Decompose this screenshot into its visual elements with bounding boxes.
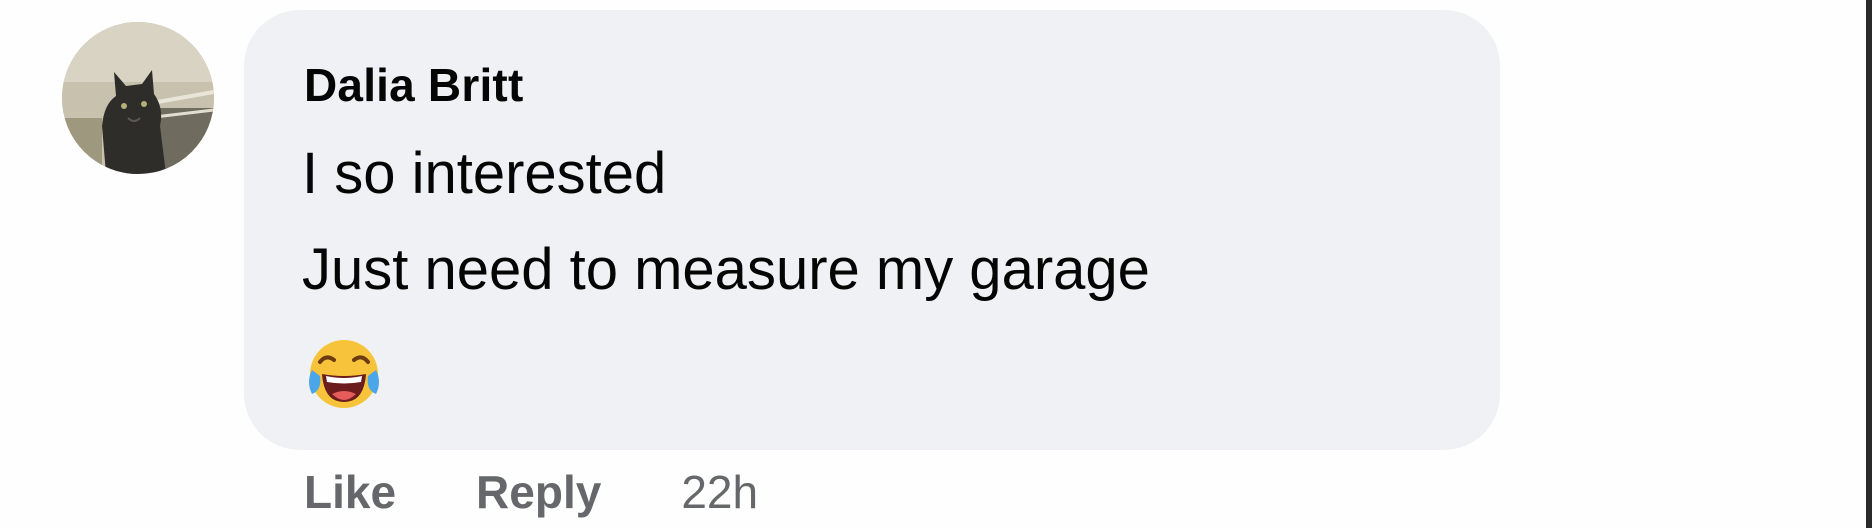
comment-text-line: Just need to measure my garage [302,237,1150,302]
comment-actions: Like Reply 22h [304,462,758,522]
comment-screenshot: Dalia Britt I so interested Just need to… [0,0,1872,528]
reply-button[interactable]: Reply [476,465,601,519]
cat-photo-icon [62,22,214,174]
laughing-tears-emoji-icon [306,336,382,412]
comment-timestamp[interactable]: 22h [681,465,758,519]
comment-author-name[interactable]: Dalia Britt [304,58,523,112]
window-edge [1866,0,1872,528]
avatar[interactable] [62,22,214,174]
comment-text-line: I so interested [302,141,667,206]
like-button[interactable]: Like [304,465,396,519]
